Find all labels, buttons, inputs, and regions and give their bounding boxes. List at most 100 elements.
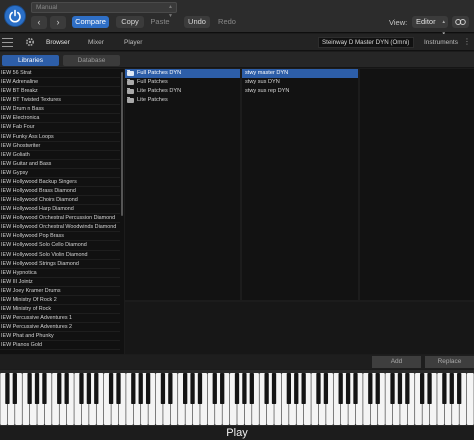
black-key[interactable] [249, 373, 254, 404]
compare-button[interactable]: Compare [72, 16, 109, 28]
library-list-item[interactable]: IEW Drum n Bass [0, 105, 120, 115]
black-key[interactable] [108, 373, 114, 404]
more-options-icon[interactable]: ⋮ [463, 38, 473, 47]
library-list-item[interactable]: IEW Hollywood Brass Diamond [0, 187, 120, 197]
library-list-item[interactable]: IEW Ghostwriter [0, 142, 120, 151]
black-key[interactable] [449, 373, 454, 404]
black-key[interactable] [271, 373, 277, 404]
patch-folder-item[interactable]: Full Patches DYN [125, 69, 240, 78]
black-key[interactable] [116, 373, 121, 404]
tab-browser[interactable]: Browser [46, 39, 70, 46]
gear-icon[interactable] [24, 36, 36, 48]
white-key[interactable] [466, 373, 474, 425]
black-key[interactable] [345, 373, 351, 404]
patch-folder-item[interactable]: Lite Patches DYN [125, 87, 240, 96]
library-list-item[interactable]: IEW Electronica [0, 114, 120, 124]
library-list-item[interactable]: IEW Hollywood Strings Diamond [0, 260, 120, 269]
black-key[interactable] [190, 373, 195, 404]
replace-button[interactable]: Replace [425, 356, 474, 368]
library-list-item[interactable]: IEW Phat and Phunky [0, 332, 120, 342]
patch-folder-item[interactable]: Lite Patches [125, 96, 240, 105]
library-list-item[interactable]: IEW Hollywood Solo Cello Diamond [0, 241, 120, 251]
library-list-item[interactable]: IEW Hollywood Orchestral Woodwinds Diamo… [0, 223, 120, 233]
black-key[interactable] [34, 373, 40, 404]
library-list-item[interactable]: IEW Funky Ass Loops [0, 133, 120, 142]
library-list-item[interactable]: IEW Hollywood Harp Diamond [0, 205, 120, 215]
library-list-item[interactable]: IEW Fab Four [0, 123, 120, 133]
preset-select[interactable]: Manual ▲ ▼ [31, 2, 177, 19]
black-key[interactable] [442, 373, 447, 404]
black-key[interactable] [57, 373, 62, 404]
library-list-item[interactable]: IEW Percussive Adventures 1 [0, 314, 120, 324]
black-key[interactable] [405, 373, 410, 404]
black-key[interactable] [323, 373, 329, 404]
black-key[interactable] [368, 373, 373, 404]
library-list-item[interactable]: IEW BT Twisted Textures [0, 96, 120, 106]
library-list-item[interactable]: IEW Ministry of Rock [0, 305, 120, 315]
black-key[interactable] [390, 373, 395, 404]
tab-player[interactable]: Player [124, 39, 142, 46]
library-scrollbar[interactable] [120, 69, 124, 354]
library-list-item[interactable]: IEW Hypnotica [0, 269, 120, 278]
black-key[interactable] [220, 373, 225, 404]
library-list-item[interactable]: IEW Pianos Gold [0, 341, 120, 351]
black-key[interactable] [5, 373, 10, 404]
preset-list-item[interactable]: stwy sus rep DYN [242, 87, 358, 96]
tab-instruments[interactable]: Instruments [424, 39, 458, 46]
paste-button[interactable]: Paste [147, 16, 173, 28]
black-key[interactable] [138, 373, 143, 404]
tab-database[interactable]: Database [63, 55, 120, 66]
black-key[interactable] [212, 373, 217, 404]
black-key[interactable] [197, 373, 203, 404]
black-key[interactable] [353, 373, 358, 404]
library-scroll-thumb[interactable] [121, 72, 123, 216]
black-key[interactable] [397, 373, 403, 404]
library-list-item[interactable]: IEW Percussive Adventures 2 [0, 323, 120, 333]
tab-libraries[interactable]: Libraries [2, 55, 59, 66]
black-key[interactable] [234, 373, 240, 404]
power-button[interactable] [4, 5, 26, 27]
black-key[interactable] [316, 373, 321, 404]
black-key[interactable] [131, 373, 136, 404]
library-list-item[interactable]: IEW Goliath [0, 151, 120, 160]
black-key[interactable] [294, 373, 299, 404]
library-list-item[interactable]: IEW Joey Kramer Drums [0, 287, 120, 296]
black-key[interactable] [457, 373, 462, 404]
black-key[interactable] [420, 373, 425, 404]
library-list-item[interactable]: IEW Hollywood Pop Brass [0, 232, 120, 242]
patch-folder-item[interactable]: Full Patches [125, 78, 240, 87]
black-key[interactable] [42, 373, 47, 404]
black-key[interactable] [79, 373, 84, 404]
black-key[interactable] [338, 373, 343, 404]
preset-list-item[interactable]: stwy sus DYN [242, 78, 358, 87]
library-list-item[interactable]: IEW Hollywood Orchestral Percussion Diam… [0, 214, 120, 224]
black-key[interactable] [145, 373, 151, 404]
black-key[interactable] [286, 373, 291, 404]
library-list-item[interactable]: IEW Hollywood Choirs Diamond [0, 196, 120, 206]
library-list-item[interactable]: IEW Hollywood Backup Singers [0, 178, 120, 188]
hamburger-menu-icon[interactable] [2, 38, 13, 47]
black-key[interactable] [94, 373, 99, 404]
black-key[interactable] [301, 373, 306, 404]
black-key[interactable] [160, 373, 166, 404]
link-button[interactable] [452, 16, 469, 28]
black-key[interactable] [264, 373, 269, 404]
black-key[interactable] [168, 373, 173, 404]
add-button[interactable]: Add [372, 356, 421, 368]
black-key[interactable] [427, 373, 432, 404]
library-list-item[interactable]: IEW Ministry Of Rock 2 [0, 296, 120, 306]
view-select[interactable]: Editor ▲▼ [412, 16, 448, 36]
undo-button[interactable]: Undo [184, 16, 210, 28]
library-list-item[interactable]: IEW III Jointz [0, 278, 120, 287]
library-list-item[interactable]: IEW BT Breakz [0, 87, 120, 97]
library-list-item[interactable]: IEW Guitar and Bass [0, 160, 120, 169]
next-preset-button[interactable]: › [50, 16, 66, 29]
black-key[interactable] [242, 373, 247, 404]
black-key[interactable] [12, 373, 17, 404]
library-list-item[interactable]: IEW Gypsy [0, 169, 120, 178]
copy-button[interactable]: Copy [116, 16, 144, 28]
redo-button[interactable]: Redo [214, 16, 240, 28]
instrument-name-field[interactable]: Steinway D Master DYN (Omni) [318, 37, 414, 48]
black-key[interactable] [64, 373, 69, 404]
black-key[interactable] [183, 373, 188, 404]
